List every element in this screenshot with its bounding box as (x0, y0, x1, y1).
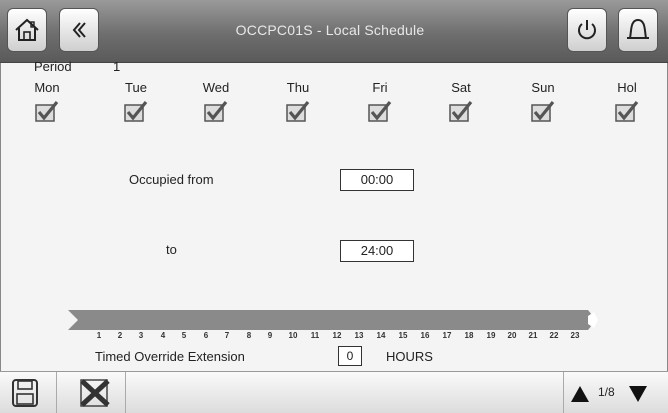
override-extension-label: Timed Override Extension (95, 349, 245, 364)
page-up-button[interactable] (570, 385, 590, 408)
hour-tick: 12 (332, 331, 342, 340)
checkbox-checked-icon[interactable] (367, 99, 393, 123)
checkbox-checked-icon[interactable] (530, 99, 556, 123)
back-button[interactable] (59, 8, 99, 52)
hour-tick: 23 (570, 331, 580, 340)
home-icon (15, 18, 39, 41)
page-down-button[interactable] (628, 385, 648, 408)
hour-tick: 21 (528, 331, 538, 340)
hour-tick: 8 (246, 331, 252, 340)
power-icon (578, 20, 596, 40)
hour-tick: 20 (507, 331, 517, 340)
hour-tick: 2 (117, 331, 123, 340)
period-label: Period (34, 59, 72, 74)
cancel-button[interactable] (78, 378, 112, 413)
hour-tick: 4 (160, 331, 166, 340)
hour-tick: 10 (288, 331, 298, 340)
checkbox-checked-icon[interactable] (203, 99, 229, 123)
power-button[interactable] (567, 8, 607, 52)
day-label: Mon (34, 80, 60, 95)
day-label: Thu (286, 80, 310, 95)
period-value: 1 (113, 59, 121, 74)
cancel-x-icon (80, 379, 110, 407)
home-button[interactable] (7, 8, 47, 52)
day-fri[interactable]: Fri (350, 80, 410, 128)
day-thu[interactable]: Thu (268, 80, 328, 128)
alarm-button[interactable] (618, 8, 658, 52)
header-bar: OCCPC01S - Local Schedule (0, 0, 668, 63)
hour-tick: 5 (181, 331, 187, 340)
alarm-bell-icon (627, 19, 649, 39)
day-wed[interactable]: Wed (186, 80, 246, 128)
footer-divider (563, 372, 564, 413)
hour-tick: 9 (267, 331, 273, 340)
hour-tick: 14 (376, 331, 386, 340)
page-indicator: 1/8 (598, 385, 615, 399)
day-label: Hol (617, 80, 637, 95)
checkbox-checked-icon[interactable] (34, 99, 60, 123)
occupied-from-input[interactable]: 00:00 (340, 169, 414, 191)
hour-scale: 1 2 3 4 5 6 7 8 9 10 11 12 13 14 15 16 1… (0, 331, 668, 343)
hour-tick: 7 (224, 331, 230, 340)
hour-tick: 6 (203, 331, 209, 340)
page-title: OCCPC01S - Local Schedule (235, 22, 425, 38)
occupied-to-label: to (166, 242, 177, 257)
hour-tick: 22 (549, 331, 559, 340)
checkbox-checked-icon[interactable] (123, 99, 149, 123)
checkbox-checked-icon[interactable] (448, 99, 474, 123)
hour-tick: 13 (354, 331, 364, 340)
day-mon[interactable]: Mon (17, 80, 77, 128)
day-label: Tue (125, 80, 147, 95)
schedule-timeline-bar (68, 310, 598, 330)
page-up-icon (571, 386, 589, 402)
day-label: Sun (531, 80, 555, 95)
save-icon (12, 379, 38, 407)
page-down-icon (629, 386, 647, 402)
hour-tick: 1 (96, 331, 102, 340)
day-label: Fri (372, 80, 388, 95)
footer-bar (0, 371, 668, 413)
hour-tick: 11 (310, 331, 320, 340)
override-unit-label: HOURS (386, 349, 433, 364)
override-extension-input[interactable]: 0 (338, 346, 362, 366)
hour-tick: 18 (464, 331, 474, 340)
hour-tick: 17 (442, 331, 452, 340)
occupied-from-label: Occupied from (129, 172, 214, 187)
save-button[interactable] (11, 378, 39, 413)
day-label: Sat (451, 80, 471, 95)
footer-divider (125, 372, 126, 413)
hour-tick: 19 (486, 331, 496, 340)
checkbox-checked-icon[interactable] (285, 99, 311, 123)
back-chevrons-icon (72, 22, 86, 38)
day-label: Wed (202, 80, 230, 95)
footer-divider (56, 372, 57, 413)
day-sat[interactable]: Sat (431, 80, 491, 128)
day-sun[interactable]: Sun (513, 80, 573, 128)
day-hol[interactable]: Hol (597, 80, 657, 128)
hour-tick: 16 (420, 331, 430, 340)
hour-tick: 15 (398, 331, 408, 340)
occupied-to-input[interactable]: 24:00 (340, 240, 414, 262)
checkbox-checked-icon[interactable] (614, 99, 640, 123)
hour-tick: 3 (138, 331, 144, 340)
day-tue[interactable]: Tue (106, 80, 166, 128)
